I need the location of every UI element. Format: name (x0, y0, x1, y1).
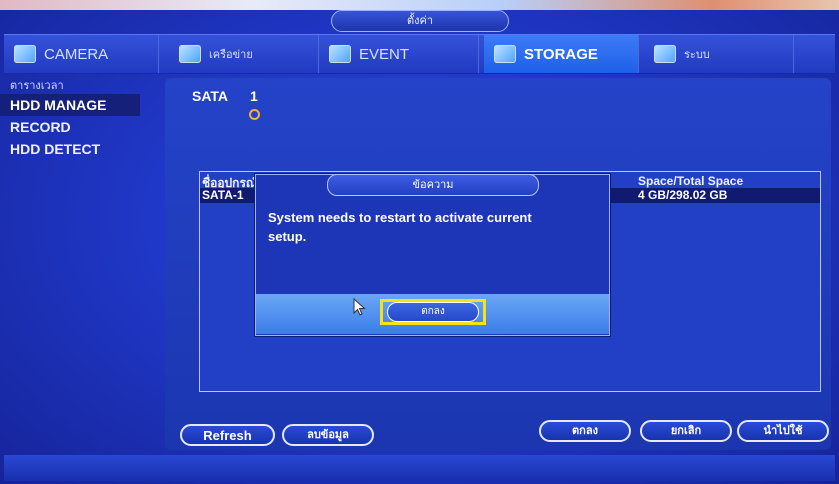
tab-system[interactable]: ระบบ (644, 35, 794, 73)
tab-network[interactable]: เครือข่าย (169, 35, 319, 73)
event-icon (329, 45, 351, 63)
screen-glare (0, 0, 839, 10)
tab-storage-label: STORAGE (524, 45, 598, 63)
restart-dialog: ข้อความ System needs to restart to activ… (255, 174, 610, 336)
network-icon (179, 45, 201, 63)
table-header-space: Space/Total Space (638, 174, 744, 188)
dvr-screen: ตั้งค่า CAMERA เครือข่าย EVENT STORAGE ร… (0, 0, 839, 484)
sata-number: 1 (250, 88, 258, 104)
window-title: ตั้งค่า (331, 10, 509, 32)
sata-status-indicator[interactable] (249, 109, 260, 120)
tab-system-label: ระบบ (684, 49, 710, 61)
dialog-title: ข้อความ (327, 174, 539, 196)
delete-data-button[interactable]: ลบข้อมูล (282, 424, 374, 446)
ok-button[interactable]: ตกลง (539, 420, 631, 442)
sidebar-item-hdd-detect[interactable]: HDD DETECT (0, 138, 155, 160)
sidebar: ตารางเวลา HDD MANAGE RECORD HDD DETECT (0, 78, 155, 160)
mouse-cursor-icon (353, 298, 366, 316)
tab-storage[interactable]: STORAGE (484, 35, 639, 73)
sidebar-item-record[interactable]: RECORD (0, 116, 155, 138)
bottom-bar (4, 455, 835, 481)
camera-icon (14, 45, 36, 63)
sidebar-item-hdd-manage[interactable]: HDD MANAGE (0, 94, 140, 116)
dialog-ok-button[interactable]: ตกลง (387, 302, 479, 322)
tab-event-label: EVENT (359, 45, 410, 63)
table-cell-device: SATA-1 (202, 188, 244, 202)
refresh-button[interactable]: Refresh (180, 424, 275, 446)
cancel-button[interactable]: ยกเลิก (640, 420, 732, 442)
table-cell-space: 4 GB/298.02 GB (638, 188, 728, 202)
sidebar-item-schedule[interactable]: ตารางเวลา (0, 78, 155, 94)
tab-camera[interactable]: CAMERA (4, 35, 159, 73)
dialog-message: System needs to restart to activate curr… (268, 210, 532, 244)
apply-button[interactable]: นำไปใช้ (737, 420, 829, 442)
tab-bar: CAMERA เครือข่าย EVENT STORAGE ระบบ (4, 34, 835, 74)
storage-icon (494, 45, 516, 63)
sata-label: SATA (192, 88, 229, 104)
tab-event[interactable]: EVENT (319, 35, 479, 73)
tab-camera-label: CAMERA (44, 45, 109, 63)
system-icon (654, 45, 676, 63)
tab-network-label: เครือข่าย (209, 49, 253, 61)
